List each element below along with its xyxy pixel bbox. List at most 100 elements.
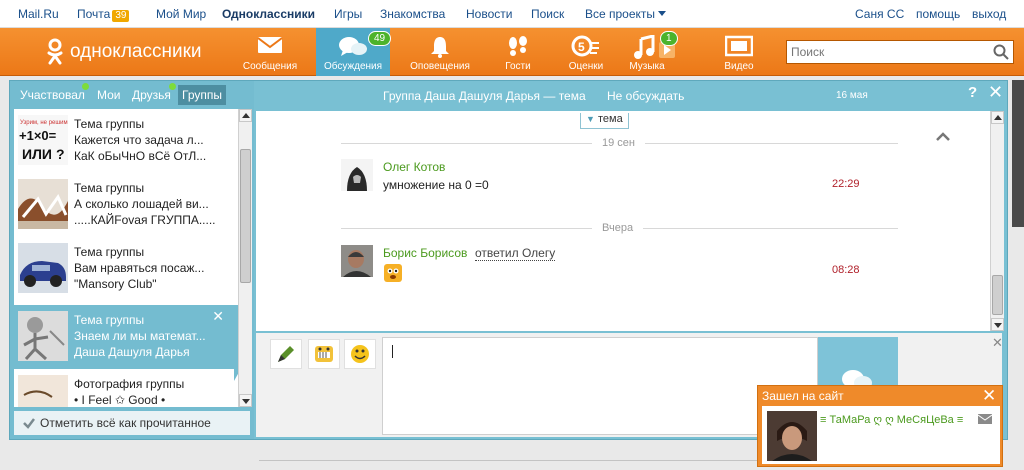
help-icon[interactable]: ? xyxy=(968,84,977,101)
user-name-link[interactable]: Саня СС xyxy=(855,7,904,21)
smiley-button[interactable] xyxy=(344,339,376,369)
scroll-up-icon[interactable] xyxy=(991,111,1004,124)
list-item-type: Тема группы xyxy=(74,117,145,131)
nav-messages[interactable]: Сообщения xyxy=(233,28,307,76)
igry-link[interactable]: Игры xyxy=(334,7,362,21)
all-projects-dropdown[interactable]: Все проекты xyxy=(585,7,667,21)
search-input[interactable] xyxy=(787,41,987,63)
svg-text:5: 5 xyxy=(578,40,585,54)
envelope-icon[interactable] xyxy=(978,414,992,424)
ok-logo[interactable]: одноклассники xyxy=(46,38,202,66)
discussion-title[interactable]: Группа Даша Дашуля Дарья — тема xyxy=(383,89,586,103)
discussion-header: Группа Даша Дашуля Дарья — тема Не обсуж… xyxy=(254,81,1007,109)
site-header: одноклассники Сообщения 49 Обсуждения Оп… xyxy=(0,28,1024,76)
close-icon[interactable]: ✕ xyxy=(982,386,996,406)
message-author[interactable]: Олег Котов xyxy=(383,160,445,174)
search-icon[interactable] xyxy=(993,44,1009,60)
nav-notifications[interactable]: Оповещения xyxy=(403,28,477,76)
date-separator-label: 19 сен xyxy=(592,137,645,149)
list-item[interactable]: Фотография группы • I Feel ✩ Good • xyxy=(14,369,238,407)
envelope-icon xyxy=(257,37,283,53)
message-input[interactable] xyxy=(382,337,818,435)
avatar[interactable] xyxy=(341,159,373,191)
thread-scroll-thumb[interactable] xyxy=(992,275,1003,315)
list-item-topic: Знаем ли мы математ... xyxy=(74,329,206,343)
do-not-discuss-button[interactable]: Не обсуждать xyxy=(607,89,684,103)
notification-user-name[interactable]: ≡ ТаМаРа ღ ღ МеСяЦеВа ≡ xyxy=(820,413,963,426)
nav-ratings-label: Оценки xyxy=(568,61,604,72)
avatar[interactable] xyxy=(767,411,817,461)
chevron-up-icon[interactable] xyxy=(935,131,951,141)
svg-text:+1×0=: +1×0= xyxy=(19,128,57,143)
odnoklassniki-link[interactable]: Одноклассники xyxy=(222,7,315,21)
close-icon[interactable]: ✕ xyxy=(988,82,1003,103)
logo-text: одноклассники xyxy=(70,41,202,62)
nav-guests[interactable]: Гости xyxy=(481,28,555,76)
tab-friends[interactable]: Друзья xyxy=(128,85,175,105)
znakomstva-link[interactable]: Знакомства xyxy=(380,7,445,21)
mailru-link[interactable]: Mail.Ru xyxy=(18,7,59,21)
list-item-selected[interactable]: Тема группы Знаем ли мы математ... Даша … xyxy=(14,305,238,369)
list-item-type: Тема группы xyxy=(74,245,145,259)
scroll-down-icon[interactable] xyxy=(239,394,252,407)
tab-groups[interactable]: Группы xyxy=(178,85,226,105)
list-item-group: КаК оБыЧнО вСё ОтЛ... xyxy=(74,149,207,163)
message-thread: ▼ тема 19 сен Олег Котов умножение на 0 … xyxy=(256,111,1002,331)
list-item-group: Даша Дашуля Дарья xyxy=(74,345,190,359)
reply-to-link[interactable]: ответил Олегу xyxy=(475,246,556,261)
list-item-topic: Вам нравяться посаж... xyxy=(74,261,205,275)
list-item-group: "Mansory Club" xyxy=(74,277,157,291)
list-item-text: Тема группы Кажется что задача л... КаК … xyxy=(74,116,224,164)
thread-scrollbar[interactable] xyxy=(990,111,1004,331)
tab-participated[interactable]: Участвовал xyxy=(16,85,89,105)
avatar[interactable] xyxy=(341,245,373,277)
list-item-text: Тема группы Знаем ли мы математ... Даша … xyxy=(74,312,224,360)
discussion-date: 16 мая xyxy=(836,90,868,101)
close-icon[interactable]: ✕ xyxy=(212,308,224,325)
list-item[interactable]: Тема группы А сколько лошадей ви... ....… xyxy=(14,173,238,237)
list-scroll-thumb[interactable] xyxy=(240,149,251,283)
pen-tool-button[interactable] xyxy=(270,339,302,369)
all-projects-label: Все проекты xyxy=(585,7,656,21)
scroll-up-icon[interactable] xyxy=(239,109,252,122)
novosti-link[interactable]: Новости xyxy=(466,7,512,21)
list-item[interactable]: Тема группы Вам нравяться посаж... "Mans… xyxy=(14,237,238,301)
nav-ratings[interactable]: 5 Оценки xyxy=(549,28,623,76)
close-icon[interactable]: ✕ xyxy=(992,335,1003,351)
scroll-down-icon[interactable] xyxy=(991,318,1004,331)
list-item-topic: • I Feel ✩ Good • xyxy=(74,393,166,407)
nav-notifications-label: Оповещения xyxy=(410,61,470,72)
nav-music-label: Музыка xyxy=(629,61,665,72)
tab-mine[interactable]: Мои xyxy=(93,85,125,105)
topic-toggle[interactable]: ▼ тема xyxy=(580,113,629,129)
nav-messages-label: Сообщения xyxy=(242,61,298,72)
tab-friends-new-dot xyxy=(169,83,176,90)
list-item[interactable]: Узрим, не решим +1×0= ИЛИ? Тема группы Каж… xyxy=(14,109,238,173)
group-thumbnail xyxy=(18,375,68,407)
pochta-count-badge: 39 xyxy=(112,10,130,22)
notification-body[interactable]: ≡ ТаМаРа ღ ღ МеСяЦеВа ≡ xyxy=(762,406,1000,464)
mark-all-read-button[interactable]: Отметить всё как прочитанное xyxy=(14,411,250,435)
nav-discussions[interactable]: 49 Обсуждения xyxy=(316,28,392,76)
pochta-link[interactable]: Почта 39 xyxy=(77,7,130,22)
ok-logo-icon xyxy=(47,38,63,65)
list-item-text: Тема группы Вам нравяться посаж... "Mans… xyxy=(74,244,224,292)
rating-icon: 5 xyxy=(571,35,599,57)
bell-icon xyxy=(431,37,449,58)
nav-video-label: Видео xyxy=(724,61,754,72)
message-author[interactable]: Борис Борисов xyxy=(383,246,467,260)
music-count-badge: 1 xyxy=(660,31,678,46)
logout-link[interactable]: выход xyxy=(972,7,1006,21)
text-cursor xyxy=(392,345,393,358)
list-scrollbar[interactable] xyxy=(238,109,252,407)
list-item-group: .....КАЙFоvая ГRУППА..... xyxy=(74,213,216,227)
nav-music[interactable]: 1 Музыка xyxy=(618,28,692,76)
poisk-link[interactable]: Поиск xyxy=(531,7,564,21)
notification-title: Зашел на сайт xyxy=(762,389,844,403)
nav-video[interactable]: Видео xyxy=(702,28,776,76)
help-link[interactable]: помощь xyxy=(916,7,960,21)
moi-mir-link[interactable]: Мой Мир xyxy=(156,7,206,21)
online-notification: Зашел на сайт ✕ ≡ ТаМаРа ღ ღ МеСяЦеВа ≡ xyxy=(757,385,1003,467)
sticker-button[interactable] xyxy=(308,339,340,369)
svg-text:?: ? xyxy=(56,146,65,162)
